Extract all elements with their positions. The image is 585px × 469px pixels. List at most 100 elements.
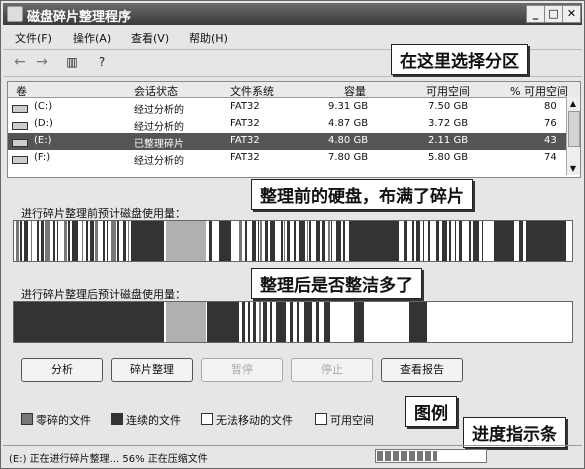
volume-cell-vol: (D:) bbox=[34, 118, 53, 129]
usage-segment bbox=[90, 221, 94, 261]
volume-cell-fs: FAT32 bbox=[230, 135, 260, 146]
scroll-thumb[interactable] bbox=[568, 111, 580, 147]
usage-segment bbox=[134, 221, 164, 261]
volume-cell-free: 5.80 GB bbox=[428, 152, 469, 163]
scroll-down-icon[interactable]: ▼ bbox=[568, 163, 578, 174]
scroll-up-icon[interactable]: ▲ bbox=[568, 98, 578, 109]
usage-segment bbox=[24, 221, 28, 261]
usage-segment bbox=[322, 221, 325, 261]
volume-cell-cap: 4.87 GB bbox=[328, 118, 369, 129]
drive-icon bbox=[12, 122, 28, 130]
usage-segment bbox=[281, 221, 283, 261]
usage-segment bbox=[412, 221, 414, 261]
col-volume[interactable]: 卷 bbox=[16, 83, 27, 99]
volume-cell-fs: FAT32 bbox=[230, 152, 260, 163]
volume-cell-vol: (F:) bbox=[34, 152, 51, 163]
usage-segment bbox=[219, 221, 231, 261]
console-tree-icon[interactable]: ▥ bbox=[63, 54, 81, 70]
usage-segment bbox=[297, 302, 299, 342]
usage-segment bbox=[309, 221, 311, 261]
callout-select-partition: 在这里选择分区 bbox=[391, 44, 528, 75]
minimize-button[interactable]: _ bbox=[526, 5, 545, 23]
usage-segment bbox=[428, 221, 430, 261]
usage-segment bbox=[436, 221, 439, 261]
volume-cell-pct: 43 bbox=[544, 135, 557, 146]
col-capacity[interactable]: 容量 bbox=[344, 83, 366, 99]
list-scrollbar[interactable]: ▲ ▼ bbox=[566, 97, 580, 175]
volume-row[interactable]: (D:) 经过分析的 FAT32 4.87 GB 3.72 GB 76 bbox=[8, 116, 566, 133]
usage-segment bbox=[290, 302, 293, 342]
volume-cell-vol: (E:) bbox=[34, 135, 52, 146]
legend-contiguous: 连续的文件 bbox=[111, 412, 181, 428]
view-report-button[interactable]: 查看报告 bbox=[381, 358, 463, 382]
help-icon[interactable]: ? bbox=[93, 54, 111, 70]
maximize-button[interactable]: □ bbox=[544, 5, 563, 23]
usage-segment bbox=[86, 221, 88, 261]
close-button[interactable]: ✕ bbox=[562, 5, 581, 23]
menu-file[interactable]: 文件(F) bbox=[15, 30, 52, 46]
usage-segment bbox=[209, 221, 212, 261]
usage-segment bbox=[449, 221, 451, 261]
usage-segment bbox=[53, 221, 55, 261]
usage-segment bbox=[526, 221, 566, 261]
status-text: (E:) 正在进行碎片整理... 56% 正在压缩文件 bbox=[9, 454, 208, 465]
usage-segment bbox=[239, 221, 242, 261]
usage-segment bbox=[473, 221, 479, 261]
fragmented-swatch bbox=[21, 413, 33, 425]
legend-fragmented: 零碎的文件 bbox=[21, 412, 91, 428]
usage-segment bbox=[166, 221, 206, 261]
window-title: 磁盘碎片整理程序 bbox=[27, 10, 132, 25]
usage-segment bbox=[349, 221, 399, 261]
stop-button[interactable]: 停止 bbox=[291, 358, 373, 382]
usage-segment bbox=[72, 221, 78, 261]
volume-cell-cap: 7.80 GB bbox=[328, 152, 369, 163]
volume-cell-pct: 80 bbox=[544, 101, 557, 112]
usage-segment bbox=[459, 221, 462, 261]
usage-segment bbox=[260, 221, 262, 261]
unmovable-swatch bbox=[201, 413, 213, 425]
usage-segment bbox=[103, 221, 105, 261]
usage-segment bbox=[253, 302, 256, 342]
callout-after: 整理后是否整洁多了 bbox=[251, 268, 422, 299]
menu-action[interactable]: 操作(A) bbox=[73, 30, 111, 46]
col-session-status[interactable]: 会话状态 bbox=[134, 83, 178, 99]
pause-button[interactable]: 暂停 bbox=[201, 358, 283, 382]
volume-cell-fs: FAT32 bbox=[230, 101, 260, 112]
volume-row[interactable]: (F:) 经过分析的 FAT32 7.80 GB 5.80 GB 74 bbox=[8, 150, 566, 167]
usage-segment bbox=[416, 221, 420, 261]
usage-segment bbox=[123, 221, 126, 261]
usage-segment bbox=[31, 221, 32, 261]
progress-fill bbox=[377, 451, 438, 461]
usage-segment bbox=[409, 302, 427, 342]
usage-segment bbox=[64, 221, 67, 261]
usage-segment bbox=[16, 221, 19, 261]
callout-progress: 进度指示条 bbox=[463, 417, 566, 448]
usage-segment bbox=[242, 302, 245, 342]
usage-segment bbox=[442, 221, 447, 261]
col-free-space[interactable]: 可用空间 bbox=[426, 83, 470, 99]
col-percent-free[interactable]: % 可用空间 bbox=[510, 83, 568, 99]
volume-row[interactable]: (E:) 已整理碎片 FAT32 4.80 GB 2.11 GB 43 bbox=[8, 133, 566, 150]
volume-row[interactable]: (C:) 经过分析的 FAT32 9.31 GB 7.50 GB 80 bbox=[8, 99, 566, 116]
usage-segment bbox=[299, 221, 305, 261]
usage-segment bbox=[117, 221, 119, 261]
forward-arrow-icon[interactable]: → bbox=[33, 54, 51, 70]
drive-icon bbox=[12, 156, 28, 164]
usage-segment bbox=[482, 221, 483, 261]
usage-segment bbox=[494, 221, 514, 261]
volume-cell-status: 经过分析的 bbox=[134, 156, 184, 167]
volume-cell-cap: 9.31 GB bbox=[328, 101, 369, 112]
title-bar: 磁盘碎片整理程序 _ □ ✕ bbox=[3, 3, 582, 25]
usage-segment bbox=[284, 221, 285, 261]
col-file-system[interactable]: 文件系统 bbox=[230, 83, 274, 99]
analyze-button[interactable]: 分析 bbox=[21, 358, 103, 382]
usage-segment bbox=[95, 221, 98, 261]
usage-segment bbox=[111, 221, 116, 261]
menu-view[interactable]: 查看(V) bbox=[131, 30, 169, 46]
menu-help[interactable]: 帮助(H) bbox=[189, 30, 228, 46]
defrag-button[interactable]: 碎片整理 bbox=[111, 358, 193, 382]
volume-cell-free: 7.50 GB bbox=[428, 101, 469, 112]
back-arrow-icon[interactable]: ← bbox=[11, 54, 29, 70]
contiguous-swatch bbox=[111, 413, 123, 425]
free-space-swatch bbox=[315, 413, 327, 425]
